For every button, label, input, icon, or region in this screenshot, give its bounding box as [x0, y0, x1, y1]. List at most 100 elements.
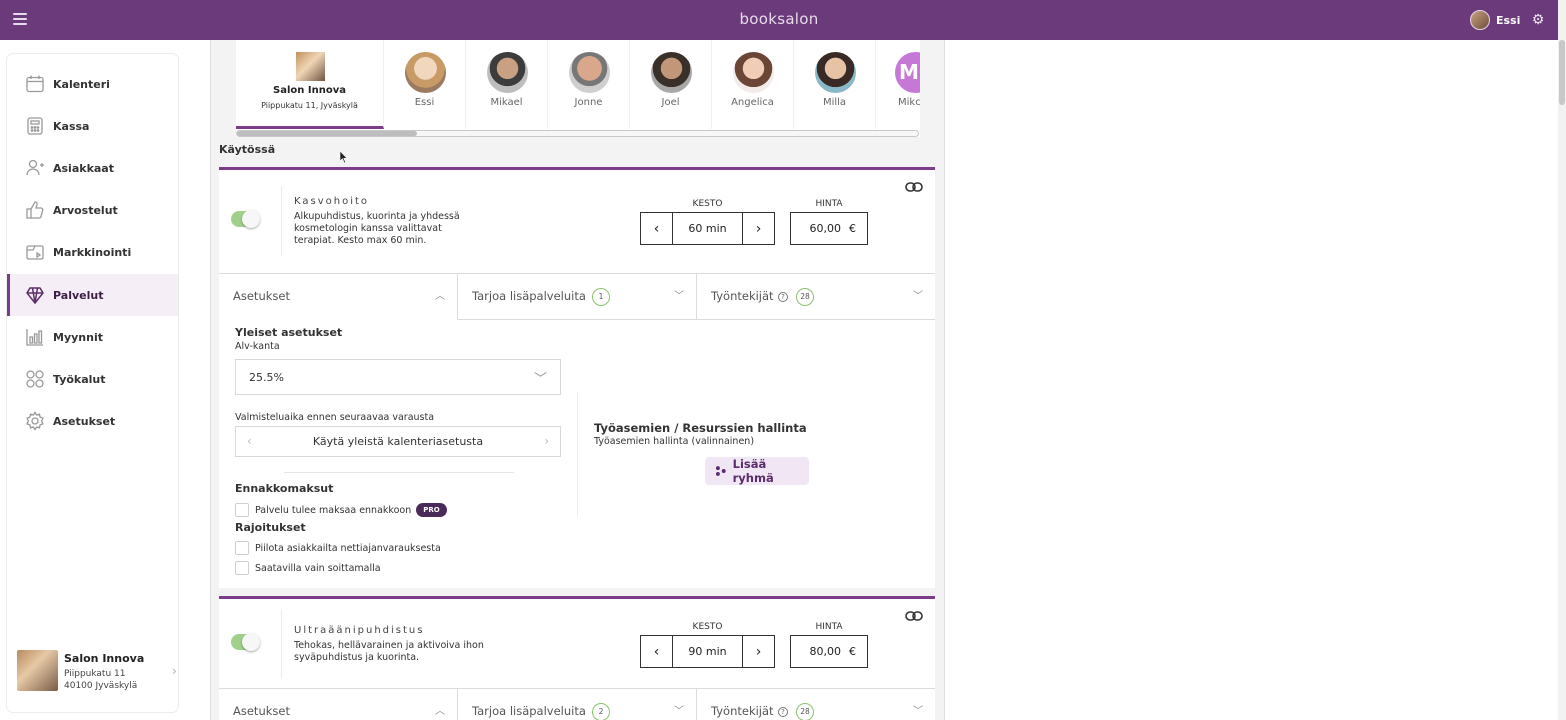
staff-tab-milla[interactable]: Milla [794, 40, 876, 129]
tab-staff[interactable]: Työntekijät ? 28 ﹀ [697, 689, 935, 720]
staff-selector: Salon Innova Piippukatu 11, Jyväskylä Es… [236, 40, 920, 130]
staff-tab-joel[interactable]: Joel [630, 40, 712, 129]
staff-name: Milla [822, 97, 847, 108]
duration-label: KESTO [692, 622, 723, 632]
tab-addons[interactable]: Tarjoa lisäpalveluita 2 ﹀ [458, 689, 697, 720]
duration-label: KESTO [692, 199, 723, 209]
divider [281, 609, 282, 679]
hide-online-checkbox-row[interactable]: Piilota asiakkailta nettiajanvarauksesta [235, 541, 441, 555]
staff-scrollbar[interactable] [236, 130, 920, 137]
sidebar-item-asiakkaat[interactable]: Asiakkaat [7, 147, 178, 189]
service-card: Ultraäänipuhdistus Tehokas, hellävaraine… [219, 596, 935, 720]
user-avatar [1470, 10, 1490, 30]
sidebar: Kalenteri Kassa Asiakkaat Arvostelut Mar… [7, 54, 178, 712]
staff-tab-mikc[interactable]: M. Mikc [876, 40, 920, 129]
phone-only-checkbox-row[interactable]: Saatavilla vain soittamalla [235, 561, 381, 575]
chevron-down-icon: ﹀ [674, 706, 684, 717]
staff-tab-angelica[interactable]: Angelica [712, 40, 794, 129]
link-icon[interactable] [905, 181, 923, 193]
sidebar-item-arvostelut[interactable]: Arvostelut [7, 189, 178, 231]
staff-tab-essi[interactable]: Essi [384, 40, 466, 129]
tab-label: Asetukset [233, 289, 290, 303]
staff-name: Joel [661, 97, 680, 108]
tab-settings[interactable]: Asetukset ︿ [219, 274, 458, 320]
sidebar-item-palvelut[interactable]: Palvelut [7, 274, 178, 316]
staff-name: Mikael [490, 97, 523, 108]
sidebar-item-tyokalut[interactable]: Työkalut [7, 358, 178, 400]
cash-register-icon [25, 116, 45, 136]
tab-staff[interactable]: Työntekijät ? 28 ﹀ [697, 274, 935, 320]
phone-only-checkbox[interactable] [235, 561, 249, 575]
chevron-down-icon: ﹀ [913, 291, 923, 302]
staff-tab-mikael[interactable]: Mikael [466, 40, 548, 129]
page-scrollbar[interactable] [1558, 0, 1566, 720]
chevron-down-icon: ﹀ [913, 706, 923, 717]
chevron-right-icon[interactable]: › [544, 434, 549, 448]
app-logo[interactable]: booksalon [0, 10, 1558, 28]
chevron-right-icon[interactable]: › [743, 213, 774, 244]
staff-count-badge: 28 [796, 703, 814, 720]
currency-symbol: € [849, 645, 856, 658]
sidebar-item-kalenteri[interactable]: Kalenteri [7, 63, 178, 105]
prepayment-heading: Ennakkomaksut [235, 482, 334, 495]
group-icon [715, 466, 726, 476]
sidebar-item-label: Palvelut [53, 288, 104, 302]
staff-tab-salon[interactable]: Salon Innova Piippukatu 11, Jyväskylä [236, 40, 384, 129]
chevron-left-icon[interactable]: ‹ [641, 213, 672, 244]
general-settings-heading: Yleiset asetukset [235, 326, 343, 339]
marketing-icon [25, 242, 45, 262]
currency-symbol: € [849, 222, 856, 235]
prep-time-value: Käytä yleistä kalenteriasetusta [312, 435, 484, 448]
service-toggle[interactable] [231, 633, 260, 651]
tab-addons[interactable]: Tarjoa lisäpalveluita 1 ﹀ [458, 274, 697, 320]
help-icon[interactable]: ? [778, 707, 788, 717]
add-group-button[interactable]: Lisää ryhmä [705, 457, 809, 485]
staff-name: Mikc [898, 97, 920, 108]
staff-tab-jonne[interactable]: Jonne [548, 40, 630, 129]
chevron-up-icon: ︿ [435, 706, 445, 717]
staff-avatar [569, 52, 610, 93]
section-heading: Käytössä [219, 143, 276, 156]
sidebar-item-label: Kassa [53, 119, 90, 133]
staff-avatar [405, 52, 446, 93]
help-icon[interactable]: ? [778, 292, 788, 302]
customers-icon [25, 158, 45, 178]
workstation-subtitle: Työasemien hallinta (valinnainen) [594, 436, 755, 447]
chevron-right-icon[interactable]: › [743, 636, 774, 667]
tab-label: Työntekijät [711, 289, 774, 303]
hide-online-checkbox[interactable] [235, 541, 249, 555]
salon-selector[interactable]: Salon Innova Piippukatu 11 40100 Jyväsky… [17, 650, 177, 698]
vat-select[interactable]: 25.5% ﹀ [235, 359, 561, 395]
user-menu[interactable]: Essi [1470, 10, 1520, 30]
price-value: 80,00 [809, 645, 842, 658]
staff-avatar-initials: M. [895, 52, 920, 93]
addons-count-badge: 2 [592, 703, 610, 720]
sidebar-item-myynnit[interactable]: Myynnit [7, 316, 178, 358]
vat-label: Alv-kanta [235, 341, 280, 352]
prepay-checkbox-row[interactable]: Palvelu tulee maksaa ennakkoon PRO [235, 503, 447, 517]
duration-value[interactable]: 90 min [672, 636, 743, 667]
price-input[interactable]: 80,00 € [790, 635, 868, 668]
service-toggle[interactable] [231, 210, 260, 228]
salon-address-line1: Piippukatu 11 [64, 669, 126, 679]
sidebar-item-markkinointi[interactable]: Markkinointi [7, 231, 178, 273]
sidebar-item-asetukset[interactable]: Asetukset [7, 400, 178, 442]
staff-avatar [815, 52, 856, 93]
prep-time-stepper: ‹ Käytä yleistä kalenteriasetusta › [235, 426, 561, 457]
sidebar-item-kassa[interactable]: Kassa [7, 105, 178, 147]
price-input[interactable]: 60,00 € [790, 212, 868, 245]
prep-time-label: Valmisteluaika ennen seuraavaa varausta [235, 412, 435, 423]
chevron-down-icon: ﹀ [533, 372, 547, 387]
sidebar-item-label: Myynnit [53, 330, 103, 344]
staff-count-badge: 28 [796, 288, 814, 306]
tab-settings[interactable]: Asetukset ︿ [219, 689, 458, 720]
gear-icon[interactable]: ⚙ [1530, 12, 1546, 28]
link-icon[interactable] [905, 610, 923, 622]
chevron-right-icon: › [172, 664, 177, 678]
addons-count-badge: 1 [592, 288, 610, 306]
duration-value[interactable]: 60 min [672, 213, 743, 244]
salon-photo [17, 650, 58, 691]
diamond-icon [25, 285, 45, 305]
prepay-checkbox[interactable] [235, 503, 249, 517]
chevron-left-icon[interactable]: ‹ [641, 636, 672, 667]
